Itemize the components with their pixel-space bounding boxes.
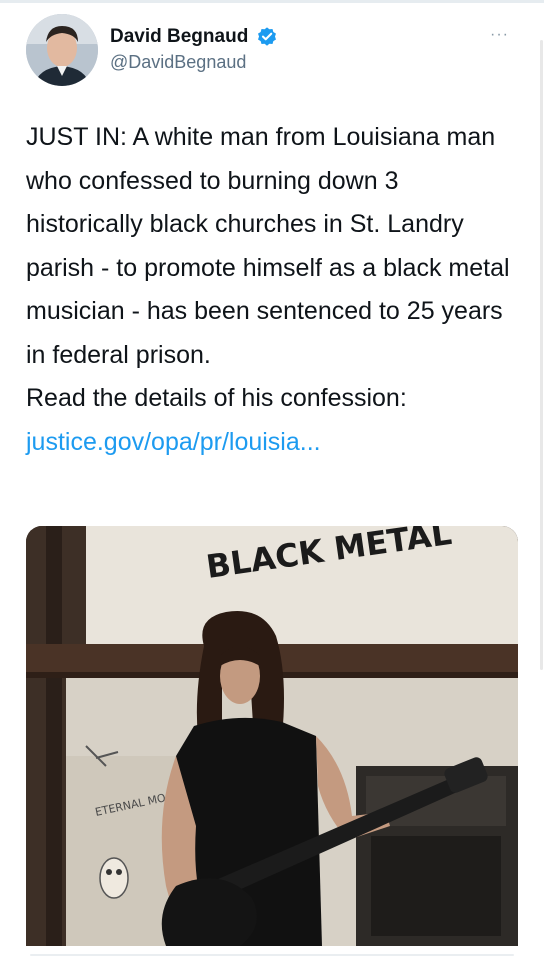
verified-badge-icon [258, 27, 277, 46]
author-handle[interactable]: @DavidBegnaud [110, 52, 246, 73]
media-photo: BLACK METAL ETERNAL MOAN [26, 526, 518, 946]
bottom-divider [30, 954, 514, 956]
scrollbar[interactable] [540, 40, 543, 670]
author-name-row: David Begnaud [110, 26, 278, 48]
tweet-text: JUST IN: A white man from Louisiana man … [26, 116, 516, 464]
display-name[interactable]: David Begnaud [110, 26, 248, 48]
top-divider [0, 0, 544, 3]
tweet-body: JUST IN: A white man from Louisiana man … [26, 123, 510, 412]
tweet-link[interactable]: justice.gov/opa/pr/louisia... [26, 428, 321, 456]
tweet-media-image[interactable]: BLACK METAL ETERNAL MOAN [26, 526, 518, 946]
bottom-area [0, 946, 544, 960]
more-options-icon[interactable]: ··· [490, 26, 509, 44]
profile-photo [26, 14, 98, 86]
avatar[interactable] [26, 14, 98, 86]
